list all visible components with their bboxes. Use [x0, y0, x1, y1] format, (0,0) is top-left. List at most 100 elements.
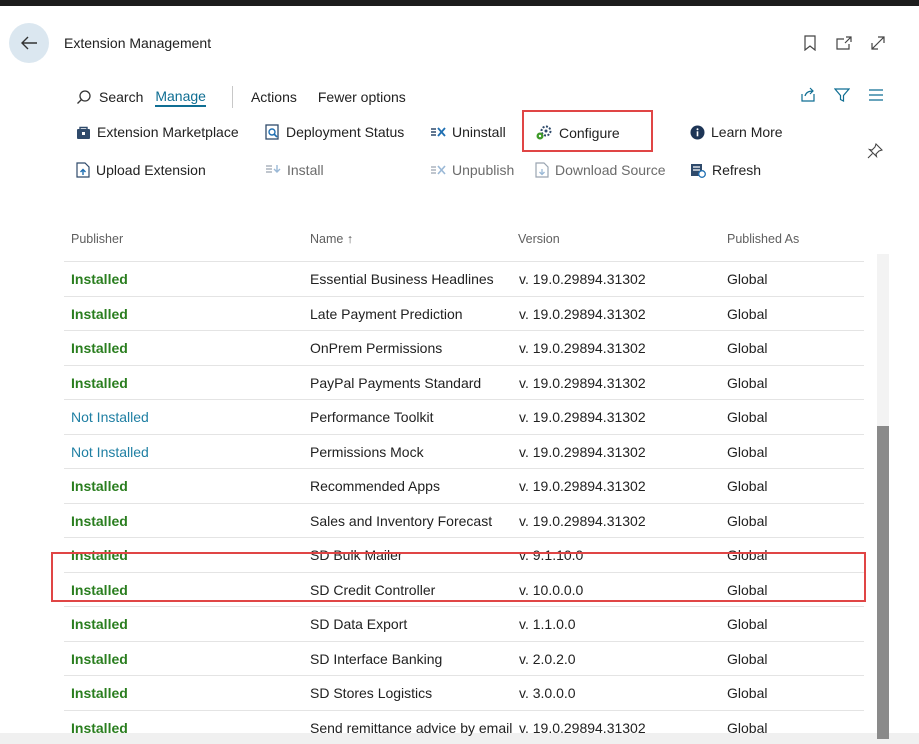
- extension-name-cell: Send remittance advice by email: [310, 720, 512, 736]
- upload-extension-button[interactable]: Upload Extension: [76, 162, 206, 178]
- install-label: Install: [287, 162, 324, 178]
- publisher-status-link[interactable]: Installed: [71, 651, 128, 667]
- table-row[interactable]: InstalledSales and Inventory Forecastv. …: [64, 503, 864, 538]
- refresh-button[interactable]: Refresh: [690, 162, 761, 178]
- install-button[interactable]: Install: [265, 162, 324, 178]
- publisher-status-link[interactable]: Installed: [71, 375, 128, 391]
- table-row[interactable]: Not Installed Permissions Mock v. 19.0.298…: [64, 434, 864, 469]
- published-as-cell: Global: [727, 409, 767, 425]
- deployment-status-button[interactable]: Deployment Status: [265, 124, 404, 140]
- publisher-status-link[interactable]: Installed: [71, 513, 128, 529]
- deployment-status-icon: [265, 124, 280, 140]
- download-source-label: Download Source: [555, 162, 666, 178]
- extension-name-cell: OnPrem Permissions: [310, 340, 442, 356]
- configure-gears-icon: [535, 124, 553, 141]
- table-row[interactable]: InstalledPayPal Payments Standardv. 19.0…: [64, 365, 864, 400]
- published-as-cell: Global: [727, 685, 767, 701]
- extension-name-cell: Permissions Mock: [310, 444, 424, 460]
- publisher-status-link[interactable]: Installed: [71, 685, 128, 701]
- configure-label: Configure: [559, 125, 620, 141]
- uninstall-label: Uninstall: [452, 124, 506, 140]
- publisher-status-link[interactable]: Installed: [71, 478, 128, 494]
- published-as-cell: Global: [727, 444, 767, 460]
- expand-button[interactable]: [868, 33, 888, 53]
- published-as-cell: Global: [727, 513, 767, 529]
- refresh-label: Refresh: [712, 162, 761, 178]
- table-row[interactable]: InstalledSD Bulk Mailerv. 9.1.10.0Global: [64, 537, 864, 572]
- learn-more-button[interactable]: Learn More: [690, 124, 783, 140]
- publisher-status-link[interactable]: Installed: [71, 271, 128, 287]
- unpublish-label: Unpublish: [452, 162, 514, 178]
- column-header-publisher[interactable]: Publisher: [71, 232, 123, 246]
- share-button[interactable]: [798, 85, 818, 105]
- published-as-cell: Global: [727, 582, 767, 598]
- page-title: Extension Management: [64, 35, 211, 51]
- published-as-cell: Global: [727, 375, 767, 391]
- extension-marketplace-button[interactable]: Extension Marketplace: [76, 124, 239, 140]
- table-row[interactable]: InstalledSD Credit Controllerv. 10.0.0.0…: [64, 572, 864, 607]
- table-row[interactable]: InstalledOnPrem Permissionsv. 19.0.29894…: [64, 330, 864, 365]
- open-new-window-button[interactable]: [834, 33, 854, 53]
- version-cell: v. 9.1.10.0: [519, 547, 583, 563]
- publisher-status-link[interactable]: Installed: [71, 582, 128, 598]
- publisher-status-link[interactable]: Installed: [71, 720, 128, 736]
- version-cell: v. 2.0.2.0: [519, 651, 576, 667]
- table-row[interactable]: InstalledSD Interface Bankingv. 2.0.2.0G…: [64, 641, 864, 676]
- uninstall-icon: [430, 125, 446, 139]
- published-as-cell: Global: [727, 651, 767, 667]
- publisher-status-link[interactable]: Not Installed: [71, 409, 149, 425]
- upload-icon: [76, 162, 90, 178]
- publisher-status-link[interactable]: Installed: [71, 547, 128, 563]
- extension-marketplace-label: Extension Marketplace: [97, 124, 239, 140]
- extension-name-cell: Recommended Apps: [310, 478, 440, 494]
- extension-management-page: Extension Management Search: [0, 6, 919, 733]
- marketplace-icon: [76, 125, 91, 140]
- list-view-button[interactable]: [866, 85, 886, 105]
- version-cell: v. 19.0.29894.31302: [519, 513, 646, 529]
- tab-actions[interactable]: Actions: [251, 89, 297, 105]
- filter-icon: [834, 87, 850, 103]
- bookmark-button[interactable]: [800, 33, 820, 53]
- publisher-status-link[interactable]: Installed: [71, 616, 128, 632]
- fewer-options-button[interactable]: Fewer options: [318, 89, 406, 105]
- published-as-cell: Global: [727, 271, 767, 287]
- table-row[interactable]: InstalledRecommended Appsv. 19.0.29894.3…: [64, 468, 864, 503]
- scrollbar-thumb[interactable]: [877, 426, 889, 739]
- configure-button[interactable]: Configure: [535, 124, 620, 141]
- version-cell: v. 1.1.0.0: [519, 616, 576, 632]
- unpublish-button[interactable]: Unpublish: [430, 162, 514, 178]
- extension-name-cell: Late Payment Prediction: [310, 306, 463, 322]
- column-header-name[interactable]: Name ↑: [310, 232, 353, 246]
- filter-button[interactable]: [832, 85, 852, 105]
- unpublish-icon: [430, 163, 446, 177]
- back-button[interactable]: [9, 23, 49, 63]
- open-in-new-window-icon: [835, 35, 853, 51]
- table-row[interactable]: Installed Send remittance advice by email…: [64, 710, 864, 744]
- extensions-table: InstalledEssential Business Headlinesv. …: [64, 261, 864, 744]
- column-header-version[interactable]: Version: [518, 232, 560, 246]
- pin-action-bar-button[interactable]: [865, 141, 885, 161]
- table-row[interactable]: InstalledSD Data Exportv. 1.1.0.0Global: [64, 606, 864, 641]
- version-cell: v. 10.0.0.0: [519, 582, 583, 598]
- table-row[interactable]: Installed SD Stores Logistics v. 3.0.0.0 Gl…: [64, 675, 864, 710]
- publisher-status-link[interactable]: Installed: [71, 306, 128, 322]
- table-row[interactable]: InstalledLate Payment Predictionv. 19.0.…: [64, 296, 864, 331]
- published-as-cell: Global: [727, 340, 767, 356]
- uninstall-button[interactable]: Uninstall: [430, 124, 506, 140]
- expand-icon: [869, 34, 887, 52]
- bookmark-icon: [803, 35, 817, 51]
- download-source-icon: [535, 162, 549, 178]
- version-cell: v. 3.0.0.0: [519, 685, 576, 701]
- table-row[interactable]: Not InstalledPerformance Toolkitv. 19.0.…: [64, 399, 864, 434]
- version-cell: v. 19.0.29894.31302: [519, 409, 646, 425]
- publisher-status-link[interactable]: Installed: [71, 340, 128, 356]
- search-button[interactable]: Search: [76, 89, 143, 105]
- tab-manage[interactable]: Manage: [155, 88, 206, 107]
- download-source-button[interactable]: Download Source: [535, 162, 666, 178]
- learn-more-label: Learn More: [711, 124, 783, 140]
- version-cell: v. 19.0.29894.31302: [519, 444, 646, 460]
- extension-name-cell: SD Stores Logistics: [310, 685, 432, 701]
- column-header-published-as[interactable]: Published As: [727, 232, 799, 246]
- publisher-status-link[interactable]: Not Installed: [71, 444, 149, 460]
- table-row[interactable]: InstalledEssential Business Headlinesv. …: [64, 261, 864, 296]
